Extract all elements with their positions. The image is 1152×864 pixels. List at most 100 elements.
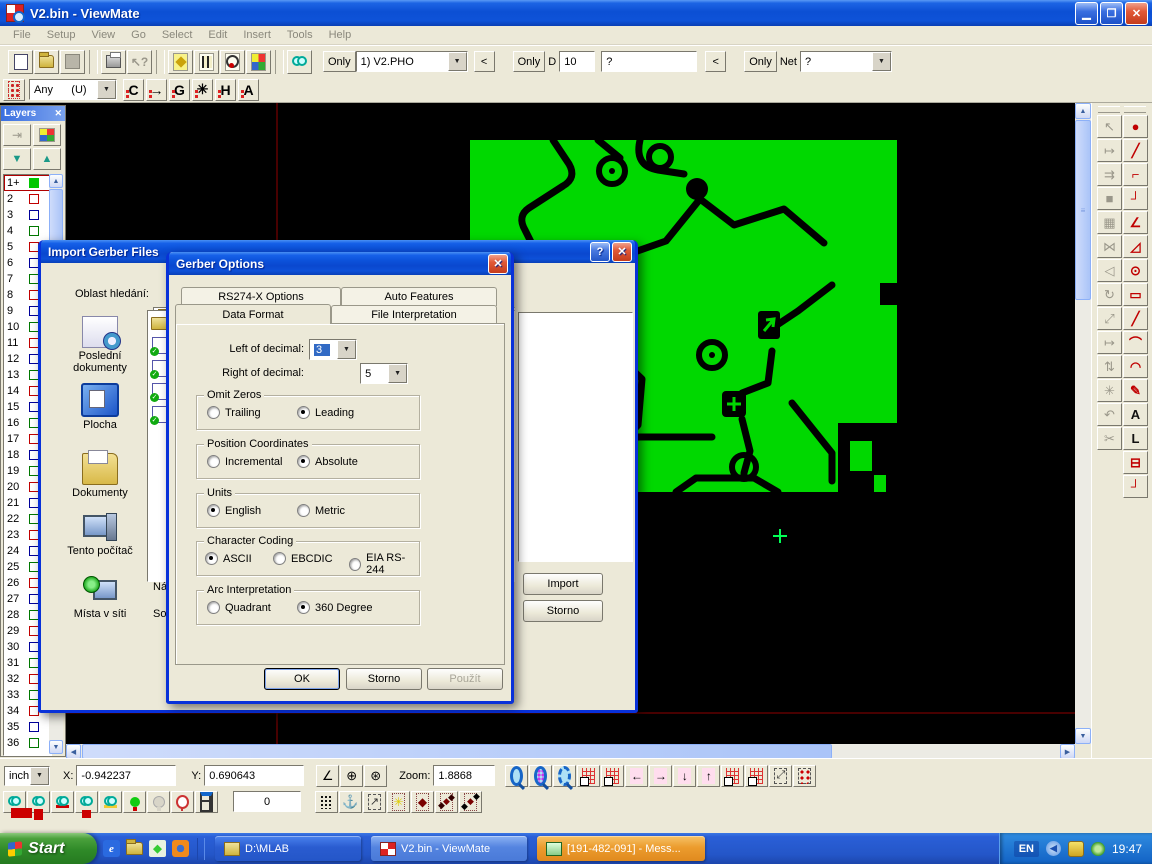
- task-viewmate[interactable]: V2.bin - ViewMate: [371, 836, 527, 861]
- right-of-decimal-combo[interactable]: 5: [360, 363, 408, 384]
- toolbar-grip[interactable]: [1098, 106, 1120, 113]
- layer-insert-button[interactable]: ⇥: [3, 124, 31, 146]
- scale-tool[interactable]: ⤢: [1097, 307, 1122, 330]
- scroll-down-button[interactable]: ▼: [1075, 728, 1091, 744]
- select-text-button[interactable]: A: [238, 79, 259, 101]
- layer-table-button[interactable]: [33, 124, 61, 146]
- dcode-name-input[interactable]: ?: [601, 51, 697, 72]
- swap-layers-tool[interactable]: ⇅: [1097, 355, 1122, 378]
- gerber-file-icon[interactable]: [152, 337, 167, 354]
- gerber-file-icon[interactable]: [152, 406, 167, 423]
- layer-row[interactable]: 2: [4, 191, 51, 207]
- select-area-button[interactable]: ⤢: [769, 765, 792, 787]
- draw-arc-3pt-tool[interactable]: ◠: [1123, 355, 1148, 378]
- pan-left-button[interactable]: ←: [625, 765, 648, 787]
- chevron-down-icon[interactable]: [97, 80, 116, 99]
- only-net-button[interactable]: Only: [744, 51, 777, 72]
- chevron-down-icon[interactable]: [30, 767, 49, 785]
- zoom-fit-button[interactable]: [577, 765, 600, 787]
- move-to-layer-tool[interactable]: ↦: [1097, 331, 1122, 354]
- zoom-in-step-button[interactable]: [745, 765, 768, 787]
- context-help-button[interactable]: ↖?: [127, 50, 152, 74]
- chevron-down-icon[interactable]: [872, 52, 891, 71]
- view-highlight-button[interactable]: [99, 791, 122, 813]
- mirror-tool[interactable]: ⋈: [1097, 235, 1122, 258]
- gerber-file-icon[interactable]: [152, 360, 167, 377]
- vertical-scroll-thumb[interactable]: ≡: [1075, 120, 1091, 300]
- transform-settings-tool[interactable]: ✳: [1097, 379, 1122, 402]
- radio-english[interactable]: English: [207, 504, 261, 517]
- minimize-button[interactable]: ▁: [1075, 2, 1098, 25]
- draw-line-tool[interactable]: ╱: [1123, 139, 1148, 162]
- radio-leading[interactable]: Leading: [297, 406, 354, 419]
- layer-color-swatch[interactable]: [29, 178, 39, 188]
- grid-table-button[interactable]: [195, 791, 218, 813]
- tab-file-interpretation[interactable]: File Interpretation: [331, 305, 497, 324]
- quicklaunch-app-icon[interactable]: ◆: [149, 840, 166, 857]
- chevron-down-icon[interactable]: [448, 52, 467, 71]
- view-options-button[interactable]: [287, 50, 312, 74]
- layer-row[interactable]: 36: [4, 735, 51, 751]
- draw-corner-tool[interactable]: ┘: [1123, 187, 1148, 210]
- quicklaunch-firefox-icon[interactable]: [172, 840, 189, 857]
- draw-triangle-tool[interactable]: ◿: [1123, 235, 1148, 258]
- save-file-button[interactable]: [60, 50, 85, 74]
- scroll-up-button[interactable]: ▲: [49, 174, 63, 188]
- radio-ebcdic[interactable]: EBCDIC: [273, 552, 333, 565]
- place-my-computer[interactable]: Tento počítač: [53, 513, 147, 557]
- zoom-field[interactable]: 1.8868: [433, 765, 495, 786]
- radio-ascii[interactable]: ASCII: [205, 552, 252, 565]
- menu-select[interactable]: Select: [155, 27, 200, 43]
- pad-aperture-2-button[interactable]: [435, 791, 458, 813]
- pan-down-button[interactable]: ↓: [673, 765, 696, 787]
- radio-trailing[interactable]: Trailing: [207, 406, 261, 419]
- layer-color-swatch[interactable]: [29, 738, 39, 748]
- menu-view[interactable]: View: [84, 27, 122, 43]
- chevron-down-icon[interactable]: [388, 364, 407, 383]
- scroll-down-button[interactable]: ▼: [49, 740, 63, 754]
- layers-panel-titlebar[interactable]: Layers ✕: [1, 106, 65, 121]
- flash-aperture-button[interactable]: [387, 791, 410, 813]
- shear-tool[interactable]: ◁: [1097, 259, 1122, 282]
- zoom-grid-button[interactable]: [529, 765, 552, 787]
- layer-color-swatch[interactable]: [29, 226, 39, 236]
- fill-pattern-tool[interactable]: ▦: [1097, 211, 1122, 234]
- view-polygons-button[interactable]: [51, 791, 74, 813]
- draw-angle-tool[interactable]: ∠: [1123, 211, 1148, 234]
- zoom-window-button[interactable]: [553, 765, 576, 787]
- restore-button[interactable]: ❐: [1100, 2, 1123, 25]
- draw-arc-tool[interactable]: ⌒: [1123, 331, 1148, 354]
- previous-layer-button[interactable]: <: [474, 51, 495, 72]
- clock[interactable]: 19:47: [1112, 842, 1142, 856]
- gerber-dialog-titlebar[interactable]: Gerber Options ✕: [169, 252, 511, 275]
- place-desktop[interactable]: Plocha: [53, 383, 147, 431]
- draw-circle-tool[interactable]: ⊙: [1123, 259, 1148, 282]
- measure-view-button[interactable]: [194, 50, 219, 74]
- dialog-help-button[interactable]: ?: [590, 242, 610, 262]
- aperture-view-button[interactable]: [220, 50, 245, 74]
- layer-row[interactable]: 4: [4, 223, 51, 239]
- pad-aperture-3-button[interactable]: [459, 791, 482, 813]
- view-pads-button[interactable]: [3, 791, 26, 813]
- menu-insert[interactable]: Insert: [236, 27, 278, 43]
- y-coordinate-field[interactable]: 0.690643: [204, 765, 304, 786]
- zoom-tool-button[interactable]: [505, 765, 528, 787]
- selection-filter-button[interactable]: [3, 79, 25, 101]
- draw-dimension-tool[interactable]: ⊟: [1123, 451, 1148, 474]
- draw-arc-line-tool[interactable]: ╱: [1123, 307, 1148, 330]
- dcode-input[interactable]: 10: [559, 51, 595, 72]
- quicklaunch-ie-icon[interactable]: e: [103, 840, 120, 857]
- left-of-decimal-combo[interactable]: 3: [309, 339, 357, 360]
- quicklaunch-folder-icon[interactable]: [126, 840, 143, 857]
- menu-go[interactable]: Go: [124, 27, 153, 43]
- menu-tools[interactable]: Tools: [280, 27, 320, 43]
- active-layer-combo[interactable]: 1) V2.PHO: [356, 51, 468, 72]
- units-combo[interactable]: inch: [4, 766, 50, 786]
- task-message[interactable]: [191-482-091] - Mess...: [537, 836, 705, 861]
- radio-metric[interactable]: Metric: [297, 504, 345, 517]
- net-combo[interactable]: ?: [800, 51, 892, 72]
- radio-absolute[interactable]: Absolute: [297, 455, 358, 468]
- gerber-file-icon[interactable]: [152, 383, 167, 400]
- place-documents[interactable]: Dokumenty: [53, 453, 147, 499]
- draw-sketch-tool[interactable]: ✎: [1123, 379, 1148, 402]
